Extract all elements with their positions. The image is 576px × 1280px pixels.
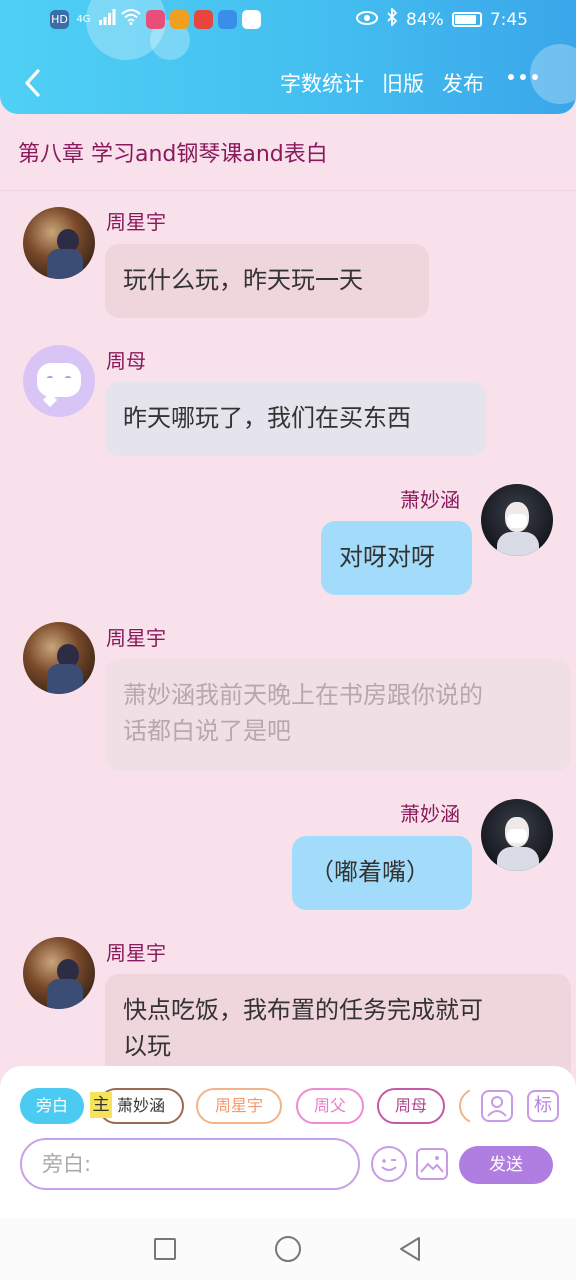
wifi-icon bbox=[121, 9, 141, 29]
home-button[interactable] bbox=[275, 1236, 301, 1262]
message-bubble[interactable]: （嘟着嘴） bbox=[292, 836, 472, 910]
more-menu-button[interactable] bbox=[508, 74, 538, 80]
message-bubble[interactable]: 玩什么玩，昨天玩一天 bbox=[105, 244, 429, 318]
chip-zhou-xingyu[interactable]: 周星宇 bbox=[196, 1088, 282, 1124]
send-button[interactable]: 发送 bbox=[459, 1146, 553, 1184]
avatar-zhou-xingyu[interactable] bbox=[23, 207, 95, 279]
baidu-icon bbox=[242, 9, 261, 29]
message-text-line: 萧妙涵我前天晚上在书房跟你说的 bbox=[123, 681, 483, 709]
main-character-tag: 主 bbox=[90, 1092, 112, 1118]
eye-icon bbox=[356, 10, 379, 30]
avatar-zhou-xingyu[interactable] bbox=[23, 622, 95, 694]
emoji-button[interactable] bbox=[371, 1146, 407, 1182]
composer-panel: 旁白 萧妙涵 周星宇 周父 周母 主 标 旁白: 发送 bbox=[0, 1066, 576, 1218]
message-bubble[interactable]: 昨天哪玩了，我们在买东西 bbox=[105, 382, 486, 456]
publish-button[interactable]: 发布 bbox=[442, 68, 484, 98]
speaker-name: 周母 bbox=[106, 349, 146, 373]
message-bubble[interactable]: 萧妙涵我前天晚上在书房跟你说的 话都白说了是吧 bbox=[105, 659, 571, 771]
chip-zhou-mu[interactable]: 周母 bbox=[377, 1088, 445, 1124]
speaker-name: 周星宇 bbox=[106, 626, 166, 650]
more-dot-icon bbox=[508, 74, 514, 80]
browser-icon bbox=[218, 9, 237, 29]
message-bubble[interactable]: 对呀对呀 bbox=[321, 521, 472, 595]
recents-button[interactable] bbox=[154, 1238, 176, 1260]
speaker-name: 周星宇 bbox=[106, 941, 166, 965]
clock: 7:45 bbox=[489, 9, 528, 30]
chapter-title[interactable]: 第八章 学习and钢琴课and表白 bbox=[18, 136, 328, 168]
signal-icon bbox=[98, 9, 116, 29]
nav-row: 字数统计 旧版 发布 bbox=[0, 62, 576, 106]
top-header: HD 4G 84% 7:45 字数统计 旧版 发布 bbox=[0, 0, 576, 114]
tag-button[interactable]: 标 bbox=[527, 1090, 559, 1122]
emoji-icon bbox=[381, 1159, 397, 1171]
more-dot-icon bbox=[520, 74, 526, 80]
hd-indicator: HD bbox=[50, 9, 69, 29]
avatar-xiao-miaohan[interactable] bbox=[481, 484, 553, 556]
app-notification-icon bbox=[194, 9, 213, 29]
network-4g-indicator: 4G bbox=[76, 13, 91, 25]
bluetooth-icon bbox=[386, 6, 398, 31]
weibo-icon bbox=[170, 9, 189, 29]
person-icon bbox=[487, 1096, 507, 1117]
image-button[interactable] bbox=[416, 1148, 448, 1180]
back-button[interactable] bbox=[18, 64, 50, 102]
back-nav-button[interactable] bbox=[398, 1236, 422, 1266]
message-text-line: 快点吃饭，我布置的任务完成就可 bbox=[123, 996, 483, 1024]
character-manage-button[interactable] bbox=[481, 1090, 513, 1122]
chip-more[interactable] bbox=[459, 1088, 470, 1124]
battery-icon bbox=[451, 12, 482, 27]
divider bbox=[0, 190, 576, 191]
chevron-left-icon bbox=[25, 69, 40, 97]
message-text-line: 以玩 bbox=[123, 1032, 171, 1060]
message-text-line: 话都白说了是吧 bbox=[123, 717, 291, 745]
triangle-back-icon bbox=[400, 1237, 420, 1261]
narration-input[interactable]: 旁白: bbox=[20, 1138, 360, 1190]
image-icon bbox=[420, 1156, 444, 1173]
chip-zhou-fu[interactable]: 周父 bbox=[296, 1088, 364, 1124]
system-nav-bar bbox=[0, 1218, 576, 1280]
speaker-name: 周星宇 bbox=[106, 210, 166, 234]
app-notification-icon bbox=[146, 9, 165, 29]
word-count-button[interactable]: 字数统计 bbox=[280, 68, 364, 98]
avatar-xiao-miaohan[interactable] bbox=[481, 799, 553, 871]
battery-percent: 84% bbox=[406, 9, 444, 30]
speaker-name: 萧妙涵 bbox=[400, 802, 460, 826]
avatar-zhou-mu[interactable] bbox=[23, 345, 95, 417]
status-bar: HD 4G 84% 7:45 bbox=[0, 0, 576, 40]
avatar-zhou-xingyu[interactable] bbox=[23, 937, 95, 1009]
chip-narration[interactable]: 旁白 bbox=[20, 1088, 84, 1124]
old-version-button[interactable]: 旧版 bbox=[382, 68, 424, 98]
speaker-name: 萧妙涵 bbox=[400, 488, 460, 512]
character-chips: 旁白 萧妙涵 周星宇 周父 周母 bbox=[20, 1088, 470, 1124]
more-dot-icon bbox=[532, 74, 538, 80]
chat-bubble-icon bbox=[37, 363, 81, 397]
